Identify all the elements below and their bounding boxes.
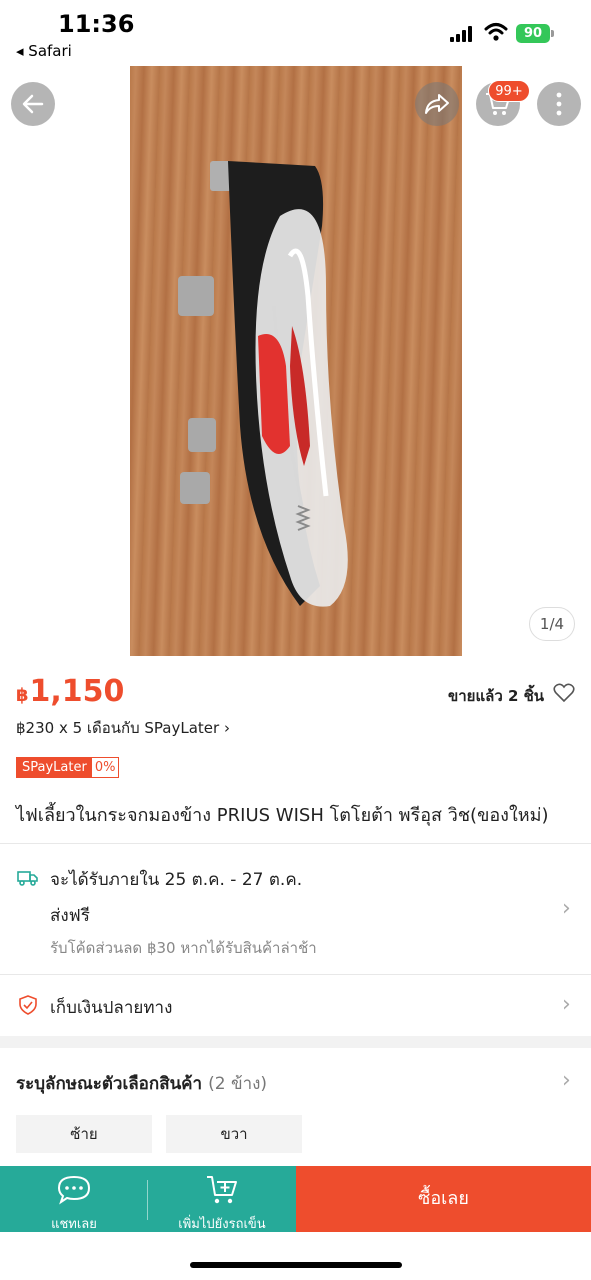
home-indicator[interactable] xyxy=(190,1262,402,1268)
section-separator xyxy=(0,1036,591,1048)
more-button[interactable] xyxy=(537,82,581,126)
bottom-action-bar: แชทเลย เพิ่มไปยังรถเข็น ซื้อเลย xyxy=(0,1166,591,1232)
spaylater-rate: 0% xyxy=(94,760,116,775)
battery-tip xyxy=(551,30,554,37)
back-button[interactable] xyxy=(11,82,55,126)
chevron-right-icon: › xyxy=(562,992,571,1017)
currency-symbol: ฿ xyxy=(16,685,29,706)
chat-button[interactable]: แชทเลย xyxy=(0,1166,148,1232)
price: ฿1,150 xyxy=(16,674,124,709)
signal-icon xyxy=(450,26,474,42)
divider xyxy=(0,843,591,844)
spaylater-label: SPayLater xyxy=(17,758,92,777)
divider xyxy=(0,974,591,975)
share-icon xyxy=(425,94,449,114)
truck-icon xyxy=(17,871,38,886)
more-vertical-icon xyxy=(556,92,562,116)
product-gallery[interactable] xyxy=(0,66,591,658)
price-value: 1,150 xyxy=(29,674,125,709)
heart-icon[interactable] xyxy=(553,683,575,703)
wifi-icon xyxy=(484,23,508,41)
image-counter: 1/4 xyxy=(529,607,575,641)
variant-option-right[interactable]: ขวา xyxy=(166,1115,302,1153)
add-to-cart-button[interactable]: เพิ่มไปยังรถเข็น xyxy=(148,1166,296,1232)
add-to-cart-label: เพิ่มไปยังรถเข็น xyxy=(178,1217,266,1232)
shield-check-icon xyxy=(19,995,37,1015)
variants-title: ระบุลักษณะตัวเลือกสินค้า (2 ข้าง) xyxy=(16,1070,267,1097)
variants-title-text: ระบุลักษณะตัวเลือกสินค้า xyxy=(16,1074,203,1094)
free-shipping: ส่งฟรี xyxy=(50,906,90,926)
delivery-date: จะได้รับภายใน 25 ต.ค. - 27 ต.ค. xyxy=(50,870,303,890)
chat-label: แชทเลย xyxy=(51,1217,97,1232)
variants-count: (2 ข้าง) xyxy=(208,1074,268,1094)
battery-icon: 90 xyxy=(516,24,550,43)
back-to-safari-link[interactable]: ◂ Safari xyxy=(16,42,72,60)
share-button[interactable] xyxy=(415,82,459,126)
clock: 11:36 xyxy=(58,10,135,38)
turn-signal-lamp-image xyxy=(178,161,348,607)
chat-icon xyxy=(57,1175,91,1205)
cod-label: เก็บเงินปลายทาง xyxy=(50,998,173,1018)
status-bar: 11:36 ◂ Safari 90 xyxy=(0,0,591,66)
sold-count: ขายแล้ว 2 ชิ้น xyxy=(448,687,545,705)
product-title: ไฟเลี้ยวในกระจกมองข้าง PRIUS WISH โตโยต้… xyxy=(16,805,549,826)
chevron-right-icon: › xyxy=(562,896,571,921)
variant-option-left[interactable]: ซ้าย xyxy=(16,1115,152,1153)
late-delivery-note: รับโค้ดส่วนลด ฿30 หากได้รับสินค้าล่าช้า xyxy=(50,939,317,957)
add-to-cart-icon xyxy=(207,1176,237,1204)
arrow-left-icon xyxy=(22,94,44,114)
cart-badge: 99+ xyxy=(488,80,530,102)
spaylater-badge: SPayLater 0% xyxy=(16,757,120,778)
chevron-right-icon: › xyxy=(562,1068,571,1093)
product-photo[interactable] xyxy=(130,66,462,656)
buy-now-button[interactable]: ซื้อเลย xyxy=(296,1166,591,1232)
installment-link[interactable]: ฿230 x 5 เดือนกับ SPayLater › xyxy=(16,716,230,740)
